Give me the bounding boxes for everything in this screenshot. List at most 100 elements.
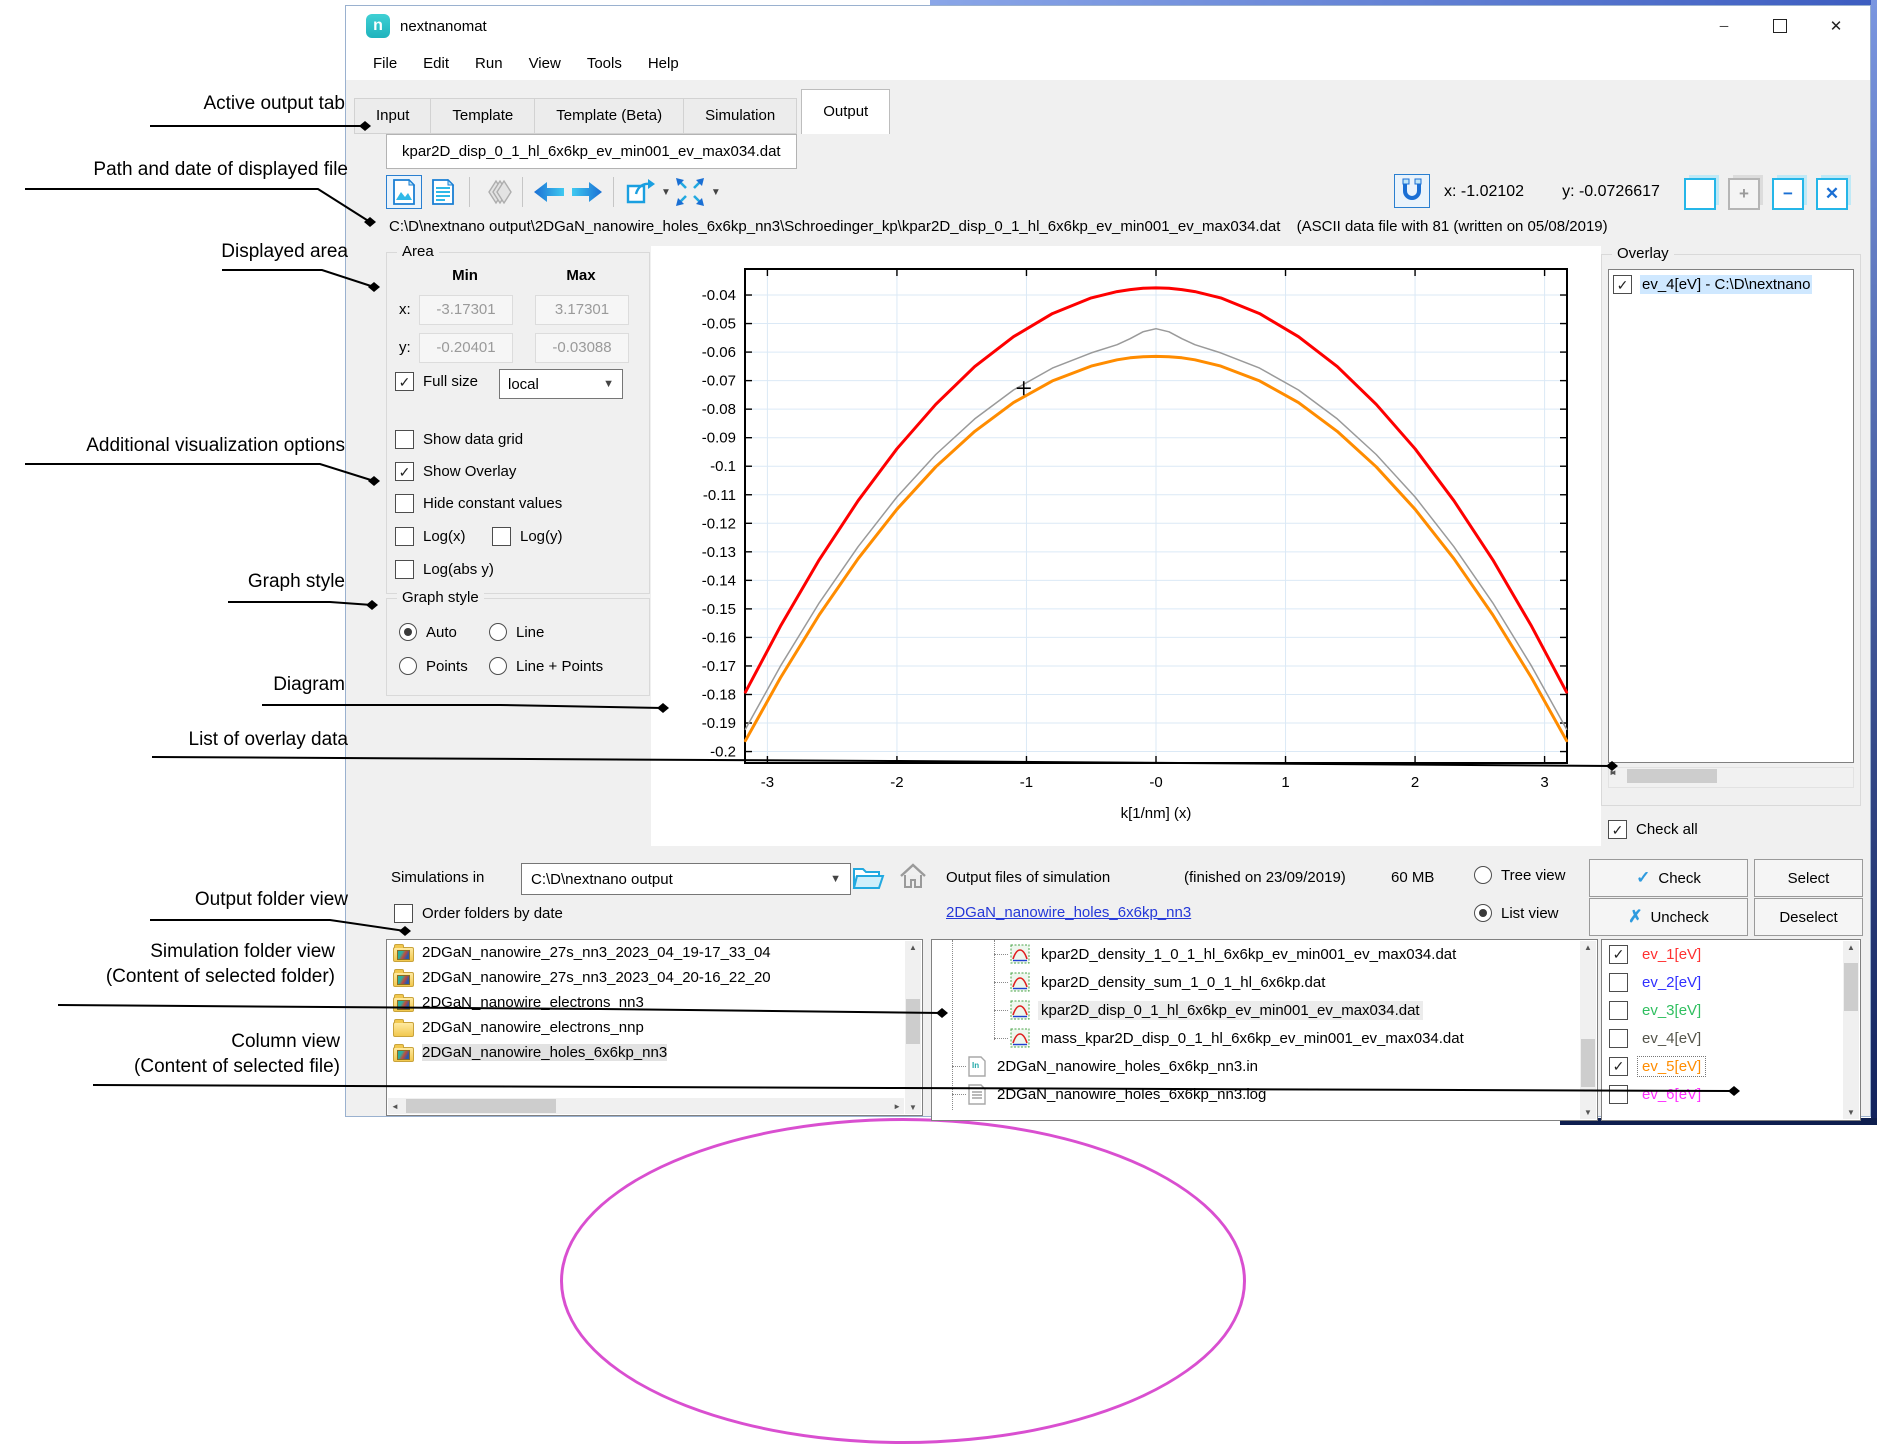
order-folders-option[interactable]: Order folders by date xyxy=(394,904,563,923)
scroll-up-icon[interactable]: ▲ xyxy=(1843,943,1859,952)
ev-checkbox[interactable] xyxy=(1609,973,1628,992)
scrollbar-thumb[interactable] xyxy=(406,1099,556,1113)
ev-row[interactable]: ev_1[eV] xyxy=(1602,940,1860,968)
simulations-path-combo[interactable]: C:\D\nextnano output ▼ xyxy=(521,863,851,895)
file-row[interactable]: kpar2D_density_sum_1_0_1_hl_6x6kp.dat xyxy=(932,968,1597,996)
tree-view-option[interactable]: Tree view xyxy=(1474,866,1565,884)
graph-style-points[interactable]: Points xyxy=(399,657,468,675)
minimize-icon[interactable] xyxy=(1696,6,1752,46)
scroll-right-icon[interactable]: ► xyxy=(893,1102,901,1111)
menu-edit[interactable]: Edit xyxy=(410,50,462,77)
ev-checkbox[interactable] xyxy=(1609,945,1628,964)
auto-radio[interactable] xyxy=(399,623,417,641)
ev-checkbox[interactable] xyxy=(1609,1057,1628,1076)
overlay-hscrollbar[interactable]: ◄ ► xyxy=(1608,767,1854,788)
list-view-option[interactable]: List view xyxy=(1474,904,1559,922)
file-row[interactable]: kpar2D_disp_0_1_hl_6x6kp_ev_min001_ev_ma… xyxy=(932,996,1597,1024)
file-row[interactable]: 2DGaN_nanowire_holes_6x6kp_nn3.log xyxy=(932,1080,1597,1108)
x-max-field[interactable]: 3.17301 xyxy=(535,295,629,325)
scroll-down-icon[interactable]: ▼ xyxy=(905,1103,921,1112)
layers-icon[interactable] xyxy=(479,176,513,208)
text-view-icon[interactable] xyxy=(426,176,460,208)
scrollbar-thumb[interactable] xyxy=(1844,963,1858,1011)
scrollbar-thumb[interactable] xyxy=(1627,769,1717,783)
dispersion-chart[interactable]: -0.04-0.05-0.06-0.07-0.08-0.09-0.1-0.11-… xyxy=(651,246,1601,846)
menu-help[interactable]: Help xyxy=(635,50,692,77)
folder-row[interactable]: 2DGaN_nanowire_electrons_nn3 xyxy=(387,990,893,1015)
tab-input[interactable]: Input xyxy=(354,98,431,134)
scale-select[interactable]: local ▼ xyxy=(499,369,623,399)
order-folders-checkbox[interactable] xyxy=(394,904,413,923)
deselect-button[interactable]: Deselect xyxy=(1754,898,1863,936)
folder-row[interactable]: 2DGaN_nanowire_electrons_nnp xyxy=(387,1015,893,1040)
ev-checkbox[interactable] xyxy=(1609,1001,1628,1020)
ev-checkbox[interactable] xyxy=(1609,1029,1628,1048)
full-size-option[interactable]: Full size xyxy=(395,372,478,391)
menu-view[interactable]: View xyxy=(516,50,574,77)
scroll-down-icon[interactable]: ▼ xyxy=(1843,1108,1859,1117)
maximize-icon[interactable] xyxy=(1752,6,1808,46)
home-icon[interactable] xyxy=(898,861,928,895)
close-pane-icon[interactable]: ✕ xyxy=(1816,178,1848,210)
log-y-option[interactable]: Log(y) xyxy=(492,527,563,546)
overlay-item[interactable]: ev_4[eV] - C:\D\nextnano xyxy=(1609,270,1853,299)
ev-checkbox[interactable] xyxy=(1609,1085,1628,1104)
file-row[interactable]: kpar2D_density_1_0_1_hl_6x6kp_ev_min001_… xyxy=(932,940,1597,968)
check-button[interactable]: ✓ Check xyxy=(1589,859,1748,897)
ev-list-vscrollbar[interactable]: ▲ ▼ xyxy=(1843,941,1859,1119)
forward-arrow-icon[interactable] xyxy=(570,176,604,208)
graph-style-line-points[interactable]: Line + Points xyxy=(489,657,603,675)
x-min-field[interactable]: -3.17301 xyxy=(419,295,513,325)
line-points-radio[interactable] xyxy=(489,657,507,675)
ev-row[interactable]: ev_2[eV] xyxy=(1602,968,1860,996)
scroll-right-icon[interactable]: ► xyxy=(1609,768,1617,777)
overlay-list[interactable]: ev_4[eV] - C:\D\nextnano xyxy=(1608,269,1854,763)
graph-style-auto[interactable]: Auto xyxy=(399,623,457,641)
log-x-option[interactable]: Log(x) xyxy=(395,527,466,546)
tree-view-radio[interactable] xyxy=(1474,866,1492,884)
menu-tools[interactable]: Tools xyxy=(574,50,635,77)
check-all-option[interactable]: Check all xyxy=(1608,820,1698,839)
y-min-field[interactable]: -0.20401 xyxy=(419,333,513,363)
line-radio[interactable] xyxy=(489,623,507,641)
show-data-grid-checkbox[interactable] xyxy=(395,430,414,449)
scroll-down-icon[interactable]: ▼ xyxy=(1580,1108,1596,1117)
uncheck-button[interactable]: ✗ Uncheck xyxy=(1589,898,1748,936)
export-icon[interactable] xyxy=(623,176,657,208)
log-x-checkbox[interactable] xyxy=(395,527,414,546)
show-overlay-checkbox[interactable] xyxy=(395,462,414,481)
log-y-checkbox[interactable] xyxy=(492,527,511,546)
log-abs-y-option[interactable]: Log(abs y) xyxy=(395,560,494,579)
back-arrow-icon[interactable] xyxy=(532,176,566,208)
select-button[interactable]: Select xyxy=(1754,859,1863,897)
list-view-radio[interactable] xyxy=(1474,904,1492,922)
folder-row[interactable]: 2DGaN_nanowire_holes_6x6kp_nn3 xyxy=(387,1040,893,1065)
ev-row[interactable]: ev_3[eV] xyxy=(1602,996,1860,1024)
ev-row[interactable]: ev_6[eV] xyxy=(1602,1080,1860,1108)
scrollbar-thumb[interactable] xyxy=(906,999,920,1044)
ev-row[interactable]: ev_5[eV] xyxy=(1602,1052,1860,1080)
fit-view-icon[interactable] xyxy=(673,176,707,208)
ev-row[interactable]: ev_4[eV] xyxy=(1602,1024,1860,1052)
hide-constant-values-option[interactable]: Hide constant values xyxy=(395,494,562,513)
overlay-item-checkbox[interactable] xyxy=(1613,275,1632,294)
log-abs-y-checkbox[interactable] xyxy=(395,560,414,579)
check-all-checkbox[interactable] xyxy=(1608,820,1627,839)
folder-row[interactable]: 2DGaN_nanowire_27s_nn3_2023_04_19-17_33_… xyxy=(387,940,893,965)
scroll-left-icon[interactable]: ◄ xyxy=(391,1102,399,1111)
hide-constant-values-checkbox[interactable] xyxy=(395,494,414,513)
output-folder-list[interactable]: ▲ ▼ ◄ ► 2DGaN_nanowire_27s_nn3_2023_04_1… xyxy=(386,939,923,1116)
remove-pane-icon[interactable]: − xyxy=(1772,178,1804,210)
y-max-field[interactable]: -0.03088 xyxy=(535,333,629,363)
tab-simulation[interactable]: Simulation xyxy=(683,98,797,134)
output-files-list[interactable]: ▲ ▼ kpar2D_density_1_0_1_hl_6x6kp_ev_min… xyxy=(931,939,1598,1121)
show-overlay-option[interactable]: Show Overlay xyxy=(395,462,516,481)
snap-magnet-icon[interactable] xyxy=(1394,174,1430,208)
menu-file[interactable]: File xyxy=(360,50,410,77)
folder-list-hscrollbar[interactable]: ◄ ► xyxy=(388,1098,904,1114)
single-pane-icon[interactable] xyxy=(1684,178,1716,210)
folder-row[interactable]: 2DGaN_nanowire_27s_nn3_2023_04_20-16_22_… xyxy=(387,965,893,990)
file-row[interactable]: In2DGaN_nanowire_holes_6x6kp_nn3.in xyxy=(932,1052,1597,1080)
open-folder-icon[interactable] xyxy=(851,861,885,895)
folder-list-vscrollbar[interactable]: ▲ ▼ xyxy=(905,941,921,1114)
